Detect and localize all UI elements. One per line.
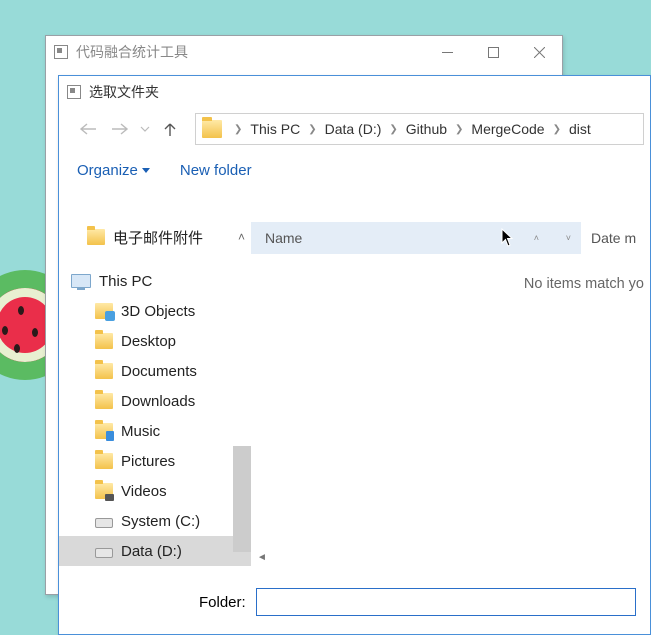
new-folder-button[interactable]: New folder [180, 162, 252, 179]
folder-icon [95, 363, 113, 379]
folder-tree[interactable]: 电子邮件附件 ˄ This PC 3D Objects Desktop Docu… [59, 222, 251, 566]
breadcrumb-item[interactable]: dist [567, 121, 593, 137]
column-dropdown-icon[interactable]: ˅ [566, 233, 571, 243]
parent-titlebar[interactable]: 代码融合统计工具 [46, 36, 562, 68]
breadcrumb-item[interactable]: MergeCode [469, 121, 546, 137]
dialog-icon [67, 85, 81, 99]
folder-icon [95, 333, 113, 349]
tree-label: Documents [121, 363, 197, 380]
tree-item-selected[interactable]: Data (D:) [59, 536, 251, 566]
tree-item[interactable]: Documents [59, 356, 251, 386]
nav-forward-button[interactable] [105, 114, 135, 144]
breadcrumb[interactable]: ❯ This PC ❯ Data (D:) ❯ Github ❯ MergeCo… [195, 113, 644, 145]
horizontal-scrollbar[interactable]: ◄ [253, 548, 650, 566]
tree-scrollbar[interactable] [233, 446, 251, 552]
tree-label: 电子邮件附件 [113, 227, 203, 248]
close-button[interactable] [516, 36, 562, 68]
nav-recent-button[interactable] [137, 114, 153, 144]
tree-item[interactable]: Pictures [59, 446, 251, 476]
scroll-left-icon[interactable]: ◄ [253, 548, 271, 566]
drive-icon [95, 548, 113, 558]
column-headers: Name ˄ ˅ Date m [251, 222, 650, 254]
breadcrumb-item[interactable]: Github [404, 121, 449, 137]
tree-label: Pictures [121, 453, 175, 470]
app-icon [54, 45, 68, 59]
folder-icon [95, 483, 113, 499]
tree-item[interactable]: Videos [59, 476, 251, 506]
folder-input[interactable] [256, 588, 636, 616]
file-list[interactable]: Name ˄ ˅ Date m No items match yo ◄ [251, 222, 650, 566]
tree-item[interactable]: Music [59, 416, 251, 446]
chevron-right-icon: ❯ [228, 124, 248, 135]
tree-item[interactable]: 电子邮件附件 ˄ [59, 222, 251, 252]
tree-label: Downloads [121, 393, 195, 410]
folder-picker-dialog: 选取文件夹 ❯ This PC ❯ Data (D:) ❯ Github ❯ M… [58, 75, 651, 635]
tree-label: Desktop [121, 333, 176, 350]
folder-icon [95, 393, 113, 409]
minimize-button[interactable] [424, 36, 470, 68]
nav-bar: ❯ This PC ❯ Data (D:) ❯ Github ❯ MergeCo… [59, 108, 650, 150]
nav-up-button[interactable] [155, 114, 185, 144]
breadcrumb-item[interactable]: This PC [248, 121, 302, 137]
mouse-cursor [501, 228, 515, 253]
tree-label: System (C:) [121, 513, 200, 530]
chevron-right-icon: ❯ [302, 124, 322, 135]
folder-label: Folder: [199, 594, 246, 611]
pc-icon [71, 274, 91, 288]
folder-icon [95, 423, 113, 439]
dialog-title: 选取文件夹 [89, 82, 159, 102]
folder-icon [95, 453, 113, 469]
tree-label: This PC [99, 273, 152, 290]
column-date[interactable]: Date m [581, 230, 636, 246]
chevron-right-icon: ❯ [383, 124, 403, 135]
dialog-footer: Folder: [59, 570, 650, 634]
tree-item[interactable]: Desktop [59, 326, 251, 356]
tree-item-this-pc[interactable]: This PC [59, 266, 251, 296]
breadcrumb-root-icon [202, 120, 222, 138]
tree-item[interactable]: System (C:) [59, 506, 251, 536]
breadcrumb-item[interactable]: Data (D:) [323, 121, 384, 137]
chevron-right-icon: ❯ [547, 124, 567, 135]
organize-menu[interactable]: Organize [77, 162, 150, 179]
empty-message: No items match yo [524, 276, 644, 292]
column-name-label: Name [265, 230, 302, 246]
nav-back-button[interactable] [73, 114, 103, 144]
organize-label: Organize [77, 162, 138, 179]
toolbar: Organize New folder [59, 150, 650, 190]
dialog-titlebar[interactable]: 选取文件夹 [59, 76, 650, 108]
chevron-right-icon: ❯ [449, 124, 469, 135]
column-name[interactable]: Name ˄ ˅ [251, 222, 581, 254]
tree-label: Videos [121, 483, 167, 500]
drive-icon [95, 518, 113, 528]
folder-icon [87, 229, 105, 245]
tree-label: Music [121, 423, 160, 440]
tree-label: 3D Objects [121, 303, 195, 320]
parent-title: 代码融合统计工具 [76, 42, 188, 62]
tree-label: Data (D:) [121, 543, 182, 560]
maximize-button[interactable] [470, 36, 516, 68]
sort-asc-icon: ˄ [534, 233, 539, 243]
folder-icon [95, 303, 113, 319]
chevron-up-icon[interactable]: ˄ [238, 230, 245, 244]
caret-down-icon [142, 168, 150, 173]
tree-item[interactable]: Downloads [59, 386, 251, 416]
tree-item[interactable]: 3D Objects [59, 296, 251, 326]
